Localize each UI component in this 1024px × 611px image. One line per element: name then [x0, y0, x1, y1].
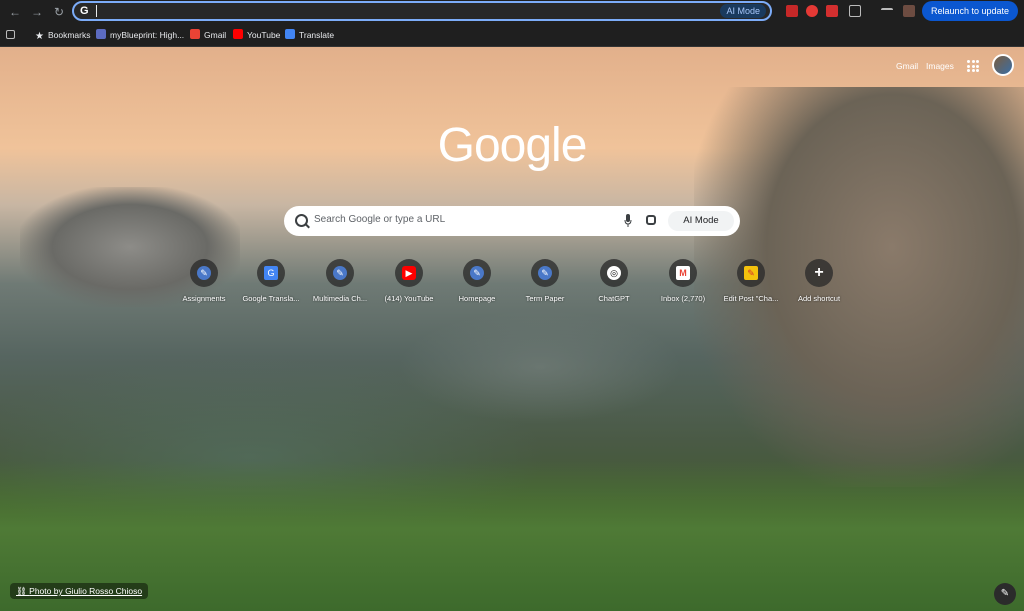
- shortcut-edit-post[interactable]: ✎ Edit Post "Cha...: [713, 259, 789, 309]
- search-box[interactable]: Search Google or type a URL AI Mode: [284, 206, 740, 236]
- translate-icon: [285, 29, 295, 39]
- ai-mode-button-label: AI Mode: [683, 215, 719, 226]
- google-apps-icon[interactable]: [967, 60, 979, 72]
- shortcut-homepage[interactable]: ✎ Homepage: [439, 259, 515, 309]
- customize-pencil-icon[interactable]: ✎: [994, 583, 1016, 605]
- shortcut-multimedia[interactable]: ✎ Multimedia Ch...: [302, 259, 378, 309]
- gmail-icon: M: [676, 266, 690, 280]
- bookmark-item-youtube[interactable]: YouTube: [233, 28, 280, 42]
- omnibox[interactable]: G AI Mode: [72, 1, 772, 21]
- shortcut-label: Assignments: [182, 294, 226, 303]
- shortcut-tile: +: [805, 259, 833, 287]
- reading-list-icon[interactable]: [881, 8, 893, 16]
- google-lens-icon[interactable]: [646, 215, 656, 225]
- bookmark-item-bookmarks[interactable]: ★ Bookmarks: [35, 28, 90, 42]
- shortcut-tile: ✎: [326, 259, 354, 287]
- shortcut-label: Multimedia Ch...: [312, 294, 368, 303]
- shortcut-tile: ✎: [190, 259, 218, 287]
- extension-tp-icon[interactable]: [826, 5, 838, 17]
- youtube-icon: ▶: [402, 266, 416, 280]
- background-vegetation: [0, 461, 1024, 611]
- bookmark-item-translate[interactable]: Translate: [285, 28, 334, 42]
- chatgpt-icon: ◎: [607, 266, 621, 280]
- account-avatar[interactable]: [992, 54, 1014, 76]
- bookmarks-bar: ★ Bookmarks myBlueprint: High... Gmail Yo…: [0, 24, 1024, 47]
- back-icon[interactable]: ←: [6, 3, 24, 21]
- google-docs-icon: G: [264, 266, 278, 280]
- google-g-icon: G: [80, 5, 89, 17]
- reload-icon[interactable]: ↻: [50, 3, 68, 21]
- search-placeholder: Search Google or type a URL: [314, 214, 446, 225]
- plus-icon: +: [814, 264, 824, 281]
- google-logo: Google: [437, 119, 588, 172]
- shortcut-tile: M: [669, 259, 697, 287]
- bookmark-item-gmail[interactable]: Gmail: [190, 28, 226, 42]
- shortcut-label: Google Transla...: [242, 294, 300, 303]
- blueprint-icon: ✎: [333, 266, 347, 280]
- extension-recorder-icon[interactable]: [806, 5, 818, 17]
- shortcut-assignments[interactable]: ✎ Assignments: [166, 259, 242, 309]
- shortcut-youtube[interactable]: ▶ (414) YouTube: [371, 259, 447, 309]
- images-link[interactable]: Images: [926, 61, 954, 71]
- search-icon: [295, 214, 308, 227]
- shortcut-add[interactable]: + Add shortcut: [781, 259, 857, 309]
- gmail-link[interactable]: Gmail: [896, 61, 918, 71]
- shortcut-tile: ✎: [737, 259, 765, 287]
- edit-post-icon: ✎: [744, 266, 758, 280]
- gmail-icon: [190, 29, 200, 39]
- shortcut-term-paper[interactable]: ✎ Term Paper: [507, 259, 583, 309]
- blueprint-icon: ✎: [538, 266, 552, 280]
- shortcut-label: Add shortcut: [797, 294, 841, 303]
- ai-mode-button[interactable]: AI Mode: [668, 211, 734, 231]
- bookmark-item-myblueprint[interactable]: myBlueprint: High...: [96, 28, 184, 42]
- shortcut-google-translate[interactable]: G Google Transla...: [233, 259, 309, 309]
- extension-red-icon[interactable]: [786, 5, 798, 17]
- blueprint-icon: ✎: [197, 266, 211, 280]
- ai-mode-label: AI Mode: [726, 6, 760, 16]
- youtube-icon: [233, 29, 243, 39]
- shortcut-chatgpt[interactable]: ◎ ChatGPT: [576, 259, 652, 309]
- shortcut-tile: ▶: [395, 259, 423, 287]
- shortcut-label: Inbox (2,770): [660, 294, 706, 303]
- ai-mode-button-toolbar[interactable]: AI Mode: [720, 4, 766, 18]
- shortcut-label: Edit Post "Cha...: [723, 294, 779, 303]
- new-tab-page: Gmail Images Google Search Google or typ…: [0, 47, 1024, 611]
- microphone-icon[interactable]: [624, 214, 632, 228]
- browser-toolbar: ← → ↻ G AI Mode Relaunch to update: [0, 0, 1024, 24]
- star-icon: ★: [35, 31, 44, 42]
- relaunch-label: Relaunch to update: [930, 6, 1010, 16]
- shortcut-label: (414) YouTube: [384, 294, 434, 303]
- shortcut-label: ChatGPT: [598, 294, 630, 303]
- shortcut-tile: G: [257, 259, 285, 287]
- link-icon: ⛓: [16, 586, 30, 596]
- shortcut-tile: ✎: [463, 259, 491, 287]
- extensions-puzzle-icon[interactable]: [849, 5, 861, 17]
- blueprint-icon: ✎: [470, 266, 484, 280]
- shortcut-inbox[interactable]: M Inbox (2,770): [645, 259, 721, 309]
- shortcut-label: Homepage: [458, 294, 496, 303]
- relaunch-button[interactable]: Relaunch to update: [922, 1, 1018, 21]
- apps-grid-icon[interactable]: [6, 30, 15, 39]
- shortcut-tile: ✎: [531, 259, 559, 287]
- myblueprint-icon: [96, 29, 106, 39]
- profile-mini-icon[interactable]: [903, 5, 915, 17]
- text-caret: [96, 5, 97, 17]
- shortcut-tile: ◎: [600, 259, 628, 287]
- shortcut-label: Term Paper: [525, 294, 565, 303]
- forward-icon[interactable]: →: [28, 3, 46, 21]
- photo-credit-link[interactable]: ⛓ Photo by Giulio Rosso Chioso: [10, 583, 149, 599]
